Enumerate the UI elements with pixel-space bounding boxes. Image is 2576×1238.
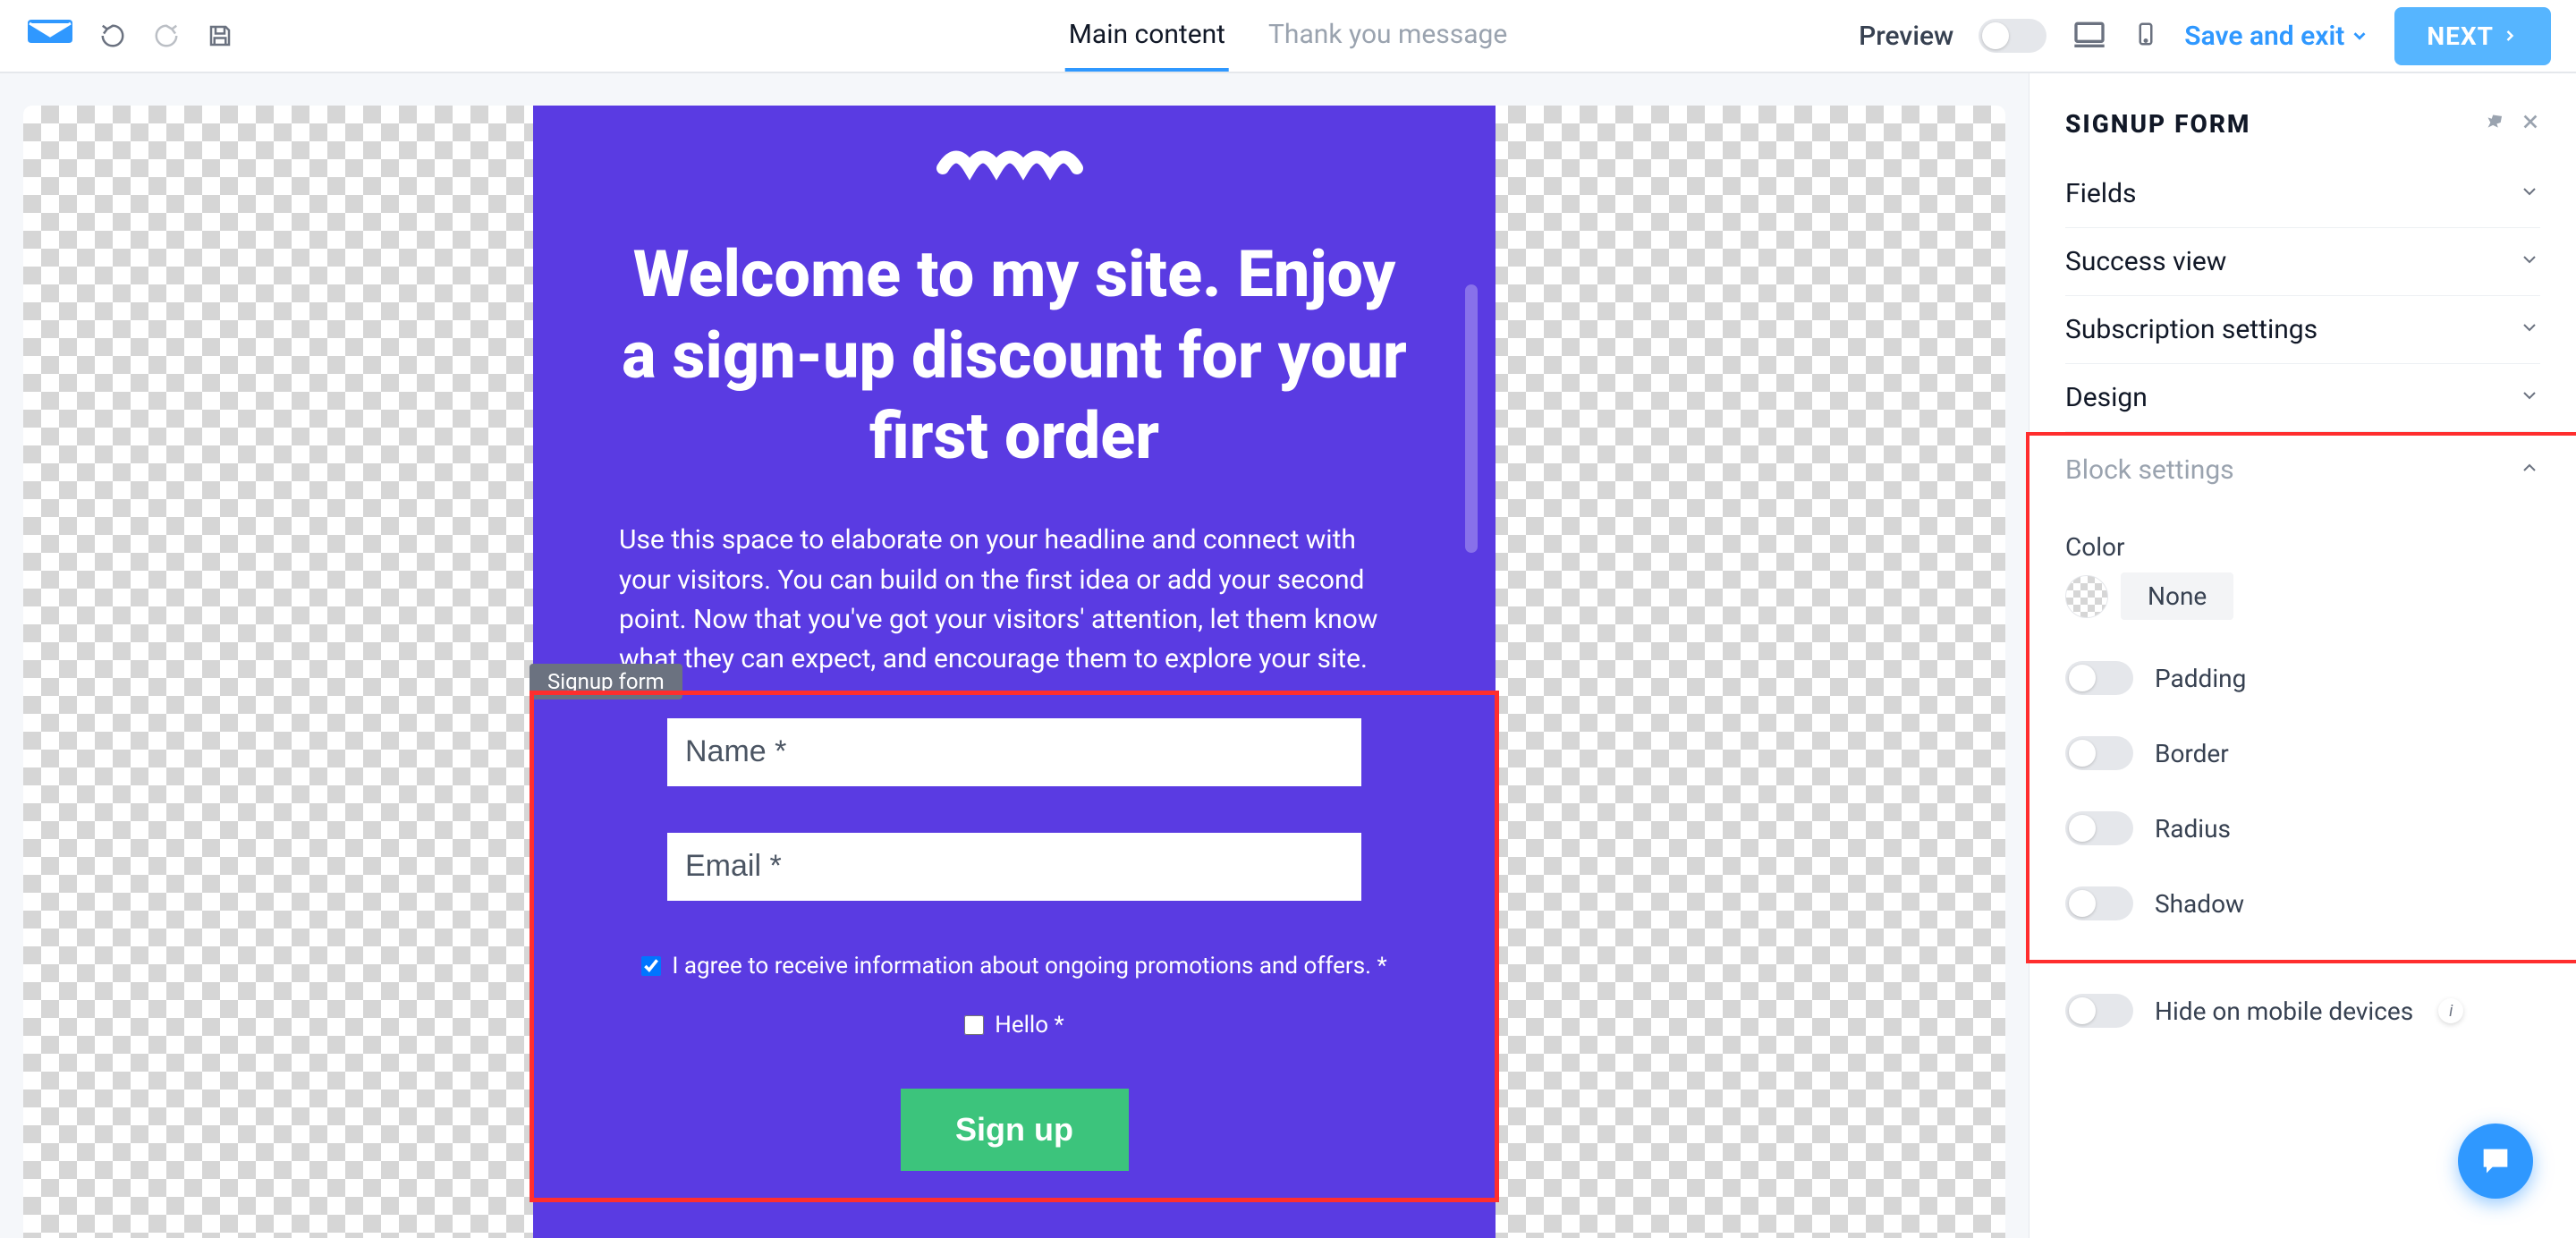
name-field[interactable]: [667, 718, 1361, 786]
info-icon[interactable]: i: [2438, 998, 2463, 1023]
panel-title: SIGNUP FORM: [2065, 109, 2250, 139]
color-swatch[interactable]: [2065, 575, 2108, 618]
agree-checkbox[interactable]: [641, 956, 661, 976]
page-block[interactable]: Welcome to my site. Enjoy a sign-up disc…: [533, 106, 1496, 1238]
page-paragraph[interactable]: Use this space to elaborate on your head…: [619, 521, 1410, 680]
app-logo[interactable]: [25, 17, 75, 55]
redo-icon[interactable]: [150, 20, 182, 52]
signup-button[interactable]: Sign up: [901, 1089, 1129, 1171]
acc-subscription-label: Subscription settings: [2065, 314, 2318, 345]
acc-success-view[interactable]: Success view: [2065, 228, 2540, 296]
decorative-scallop-icon: [934, 141, 1095, 199]
chevron-down-icon: [2350, 26, 2369, 46]
hello-label: Hello *: [995, 1012, 1063, 1039]
chevron-down-icon: [2519, 246, 2540, 277]
mobile-icon[interactable]: [2132, 16, 2159, 55]
acc-fields-label: Fields: [2065, 178, 2136, 209]
acc-block-settings[interactable]: Block settings: [2065, 436, 2540, 504]
close-panel-icon[interactable]: [2521, 112, 2540, 137]
pin-icon[interactable]: [2485, 112, 2506, 137]
acc-success-label: Success view: [2065, 246, 2226, 277]
scroll-indicator[interactable]: [1465, 284, 1478, 553]
acc-block-label: Block settings: [2065, 454, 2234, 486]
tab-thank-you[interactable]: Thank you message: [1265, 0, 1511, 72]
chevron-down-icon: [2519, 382, 2540, 413]
preview-label: Preview: [1859, 21, 1953, 52]
radius-label: Radius: [2155, 814, 2231, 844]
desktop-icon[interactable]: [2072, 16, 2107, 55]
save-icon[interactable]: [204, 20, 236, 52]
tab-main-content[interactable]: Main content: [1065, 0, 1229, 72]
shadow-toggle[interactable]: [2065, 886, 2133, 920]
canvas-wrap: Welcome to my site. Enjoy a sign-up disc…: [0, 73, 2029, 1238]
acc-fields[interactable]: Fields: [2065, 160, 2540, 228]
border-label: Border: [2155, 739, 2229, 768]
preview-toggle[interactable]: [1979, 19, 2046, 53]
hello-checkbox[interactable]: [964, 1015, 984, 1035]
chevron-down-icon: [2519, 178, 2540, 209]
color-value[interactable]: None: [2121, 572, 2233, 620]
agree-label: I agree to receive information about ong…: [672, 953, 1386, 979]
signup-form-block[interactable]: I agree to receive information about ong…: [530, 691, 1499, 1202]
editor-canvas[interactable]: Welcome to my site. Enjoy a sign-up disc…: [23, 106, 2005, 1238]
top-toolbar: Main content Thank you message Preview S…: [0, 0, 2576, 73]
border-toggle[interactable]: [2065, 736, 2133, 770]
acc-design[interactable]: Design: [2065, 364, 2540, 432]
chevron-up-icon: [2519, 454, 2540, 486]
undo-icon[interactable]: [97, 20, 129, 52]
hide-mobile-label: Hide on mobile devices: [2155, 996, 2413, 1026]
padding-toggle[interactable]: [2065, 661, 2133, 695]
block-settings-highlight: Block settings Color None Padding Border…: [2026, 432, 2576, 963]
save-and-exit-button[interactable]: Save and exit: [2184, 21, 2369, 52]
shadow-label: Shadow: [2155, 889, 2244, 919]
chevron-down-icon: [2519, 314, 2540, 345]
page-heading[interactable]: Welcome to my site. Enjoy a sign-up disc…: [619, 234, 1410, 478]
acc-subscription[interactable]: Subscription settings: [2065, 296, 2540, 364]
padding-label: Padding: [2155, 664, 2246, 693]
radius-toggle[interactable]: [2065, 811, 2133, 845]
next-button[interactable]: NEXT: [2394, 7, 2551, 65]
email-field[interactable]: [667, 833, 1361, 901]
hide-mobile-toggle[interactable]: [2065, 994, 2133, 1028]
next-label: NEXT: [2427, 21, 2494, 51]
settings-panel: SIGNUP FORM Fields Success view Subscrip…: [2029, 73, 2576, 1238]
chevron-right-icon: [2501, 27, 2519, 45]
chat-button[interactable]: [2458, 1124, 2533, 1199]
color-label: Color: [2065, 532, 2540, 562]
save-exit-label: Save and exit: [2184, 21, 2344, 52]
acc-design-label: Design: [2065, 382, 2148, 413]
